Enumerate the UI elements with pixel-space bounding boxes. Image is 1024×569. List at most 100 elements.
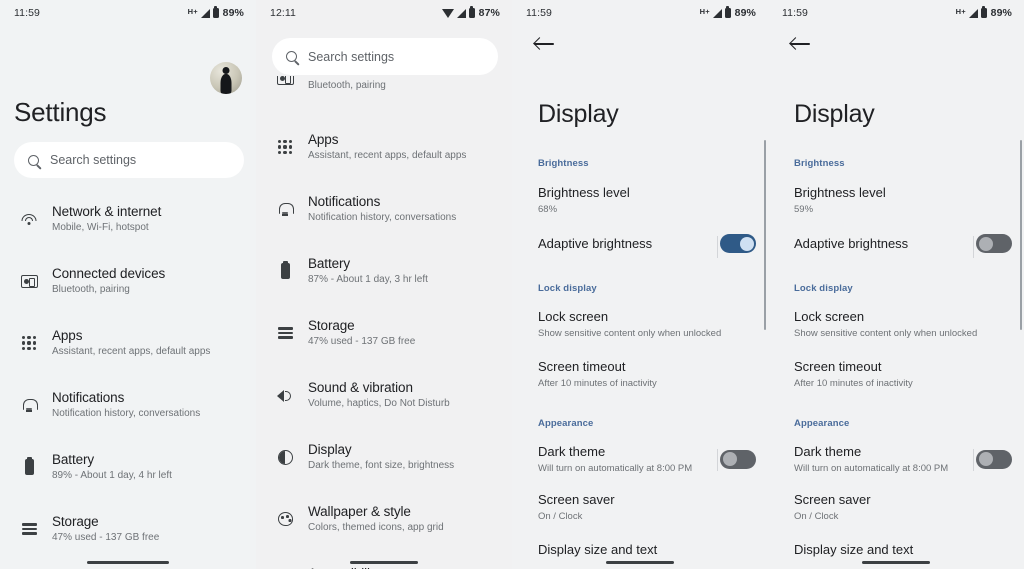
avatar-head bbox=[222, 67, 230, 74]
brightness-level-title: Brightness level bbox=[794, 185, 886, 200]
row-subtitle: 47% used - 137 GB free bbox=[52, 532, 160, 543]
avatar[interactable] bbox=[210, 62, 242, 94]
network-type-label: H+ bbox=[699, 6, 710, 16]
search-settings-input[interactable]: Search settings bbox=[272, 38, 498, 75]
settings-list: Bluetooth, pairing Apps Assistant, recen… bbox=[256, 76, 512, 569]
toggle-knob bbox=[978, 452, 993, 466]
gesture-nav-bar[interactable] bbox=[350, 560, 418, 564]
row-subtitle: Bluetooth, pairing bbox=[52, 284, 130, 295]
back-arrow-icon[interactable] bbox=[534, 36, 556, 52]
battery-icon bbox=[980, 6, 987, 18]
display-size-row[interactable]: Display size and text bbox=[768, 541, 1024, 559]
lock-screen-row[interactable]: Lock screen Show sensitive content only … bbox=[512, 308, 768, 340]
display-size-row[interactable]: Display size and text bbox=[512, 541, 768, 559]
status-time: 11:59 bbox=[782, 7, 808, 19]
page-title: Display bbox=[794, 100, 875, 128]
brightness-level-row[interactable]: Brightness level 59% bbox=[768, 184, 1024, 216]
avatar-figure bbox=[220, 74, 232, 94]
toggle-divider bbox=[973, 236, 974, 258]
screen-timeout-title: Screen timeout bbox=[538, 359, 626, 374]
settings-row-battery[interactable]: Battery 87% - About 1 day, 3 hr left bbox=[256, 242, 512, 304]
settings-row-sound[interactable]: Sound & vibration Volume, haptics, Do No… bbox=[256, 366, 512, 428]
dark-theme-row[interactable]: Dark theme Will turn on automatically at… bbox=[768, 443, 1024, 475]
settings-row-storage[interactable]: Storage 47% used - 137 GB free bbox=[256, 304, 512, 366]
gesture-nav-bar[interactable] bbox=[87, 560, 169, 564]
connected-devices-icon bbox=[272, 76, 298, 88]
lock-screen-title: Lock screen bbox=[538, 309, 609, 324]
settings-row-wallpaper[interactable]: Wallpaper & style Colors, themed icons, … bbox=[256, 490, 512, 552]
signal-icon bbox=[968, 8, 978, 18]
settings-row-apps[interactable]: Apps Assistant, recent apps, default app… bbox=[256, 118, 512, 180]
adaptive-brightness-toggle[interactable] bbox=[720, 234, 756, 253]
row-title: Battery bbox=[308, 256, 351, 271]
row-title: Network & internet bbox=[52, 204, 162, 219]
screen-timeout-row[interactable]: Screen timeout After 10 minutes of inact… bbox=[768, 358, 1024, 390]
battery-icon bbox=[16, 454, 42, 480]
row-title: Notifications bbox=[308, 194, 381, 209]
lock-screen-subtitle: Show sensitive content only when unlocke… bbox=[794, 328, 978, 339]
signal-icon bbox=[200, 8, 210, 18]
screen-saver-title: Screen saver bbox=[538, 492, 615, 507]
settings-list: Network & internet Mobile, Wi-Fi, hotspo… bbox=[0, 190, 256, 569]
settings-row-connected-devices[interactable]: Connected devices Bluetooth, pairing bbox=[0, 252, 256, 314]
settings-row-battery[interactable]: Battery 89% - About 1 day, 4 hr left bbox=[0, 438, 256, 500]
dark-theme-subtitle: Will turn on automatically at 8:00 PM bbox=[794, 463, 949, 474]
panel-display-before: 11:59 H+ 89% Display Brightness Brightne… bbox=[512, 0, 768, 569]
gesture-nav-bar[interactable] bbox=[606, 560, 674, 564]
settings-row-apps[interactable]: Apps Assistant, recent apps, default app… bbox=[0, 314, 256, 376]
row-title: Battery bbox=[52, 452, 95, 467]
lock-screen-row[interactable]: Lock screen Show sensitive content only … bbox=[768, 308, 1024, 340]
adaptive-brightness-toggle[interactable] bbox=[976, 234, 1012, 253]
settings-row-connected-devices[interactable]: Bluetooth, pairing bbox=[256, 76, 512, 118]
row-title: Sound & vibration bbox=[308, 380, 413, 395]
adaptive-brightness-row[interactable]: Adaptive brightness bbox=[768, 234, 1024, 258]
vertical-scrollbar[interactable] bbox=[763, 140, 766, 330]
screen-timeout-row[interactable]: Screen timeout After 10 minutes of inact… bbox=[512, 358, 768, 390]
row-title: Connected devices bbox=[52, 266, 166, 281]
row-subtitle: Volume, haptics, Do Not Disturb bbox=[308, 398, 450, 409]
search-icon bbox=[286, 51, 297, 62]
screen-saver-row[interactable]: Screen saver On / Clock bbox=[512, 491, 768, 523]
signal-icon bbox=[456, 8, 466, 18]
settings-row-network[interactable]: Network & internet Mobile, Wi-Fi, hotspo… bbox=[0, 190, 256, 252]
search-placeholder: Search settings bbox=[50, 153, 137, 167]
settings-row-display[interactable]: Display Dark theme, font size, brightnes… bbox=[256, 428, 512, 490]
search-settings-input[interactable]: Search settings bbox=[14, 142, 244, 178]
section-header-lock-display: Lock display bbox=[538, 283, 597, 294]
status-bar: 11:59 H+ 89% bbox=[768, 0, 1024, 26]
row-subtitle: 47% used - 137 GB free bbox=[308, 336, 416, 347]
row-title: Wallpaper & style bbox=[308, 504, 411, 519]
brightness-level-value: 68% bbox=[538, 204, 558, 215]
gesture-nav-bar[interactable] bbox=[862, 560, 930, 564]
wallpaper-icon bbox=[272, 506, 298, 532]
screenshot-strip: 11:59 H+ 89% Settings Search settings Ne… bbox=[0, 0, 1024, 569]
settings-row-notifications[interactable]: Notifications Notification history, conv… bbox=[256, 180, 512, 242]
toggle-divider bbox=[717, 449, 718, 471]
dark-theme-row[interactable]: Dark theme Will turn on automatically at… bbox=[512, 443, 768, 475]
brightness-level-row[interactable]: Brightness level 68% bbox=[512, 184, 768, 216]
brightness-level-value: 59% bbox=[794, 204, 814, 215]
apps-grid-icon bbox=[272, 134, 298, 160]
adaptive-brightness-row[interactable]: Adaptive brightness bbox=[512, 234, 768, 258]
search-icon bbox=[28, 154, 39, 166]
settings-row-notifications[interactable]: Notifications Notification history, conv… bbox=[0, 376, 256, 438]
screen-saver-title: Screen saver bbox=[794, 492, 871, 507]
battery-icon bbox=[724, 6, 731, 18]
signal-icon bbox=[712, 8, 722, 18]
screen-timeout-subtitle: After 10 minutes of inactivity bbox=[538, 378, 657, 389]
row-subtitle: Colors, themed icons, app grid bbox=[308, 522, 444, 533]
toggle-divider bbox=[973, 449, 974, 471]
row-title: Apps bbox=[308, 132, 339, 147]
row-subtitle: Assistant, recent apps, default apps bbox=[52, 346, 211, 357]
screen-saver-subtitle: On / Clock bbox=[794, 511, 839, 522]
dark-theme-toggle[interactable] bbox=[976, 449, 1012, 469]
screen-timeout-title: Screen timeout bbox=[794, 359, 882, 374]
back-arrow-icon[interactable] bbox=[790, 36, 812, 52]
battery-percent: 89% bbox=[990, 7, 1012, 19]
dark-theme-toggle[interactable] bbox=[720, 449, 756, 469]
row-subtitle: Mobile, Wi-Fi, hotspot bbox=[52, 222, 149, 233]
screen-saver-row[interactable]: Screen saver On / Clock bbox=[768, 491, 1024, 523]
connected-devices-icon bbox=[16, 268, 42, 294]
settings-row-storage[interactable]: Storage 47% used - 137 GB free bbox=[0, 500, 256, 562]
vertical-scrollbar[interactable] bbox=[1019, 140, 1022, 330]
